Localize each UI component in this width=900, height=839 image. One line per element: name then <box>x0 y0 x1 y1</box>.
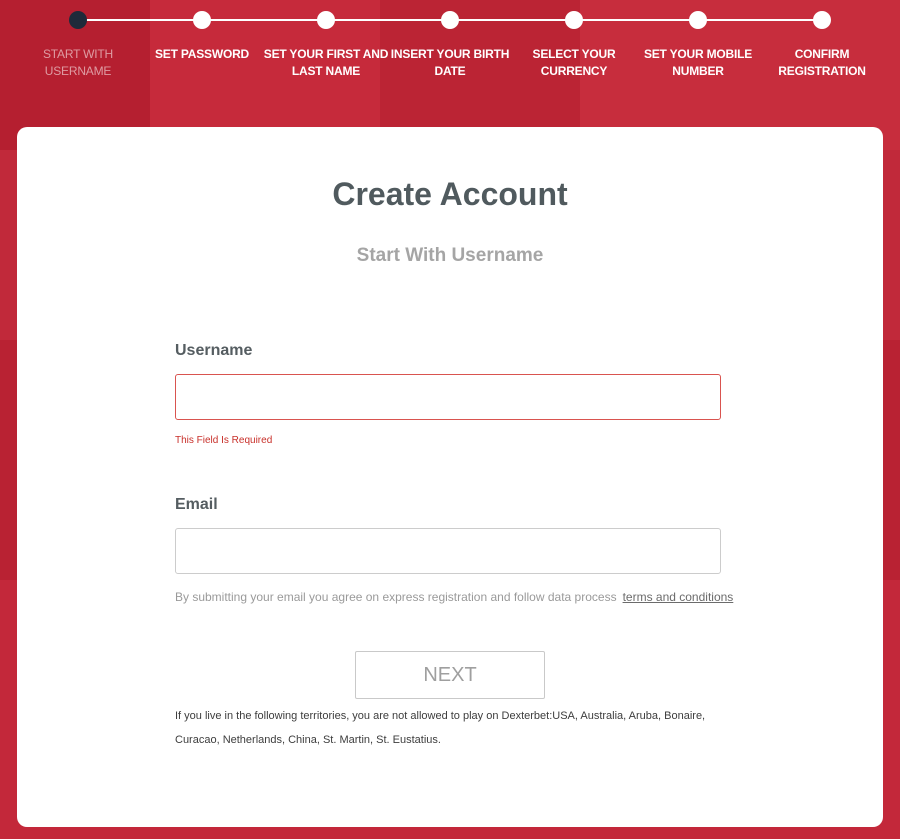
step-set-password[interactable]: Set Password <box>137 0 267 63</box>
step-dot <box>813 11 831 29</box>
step-label: Set Your First And Last Name <box>263 47 389 78</box>
email-input[interactable] <box>175 528 721 574</box>
step-label: Confirm Registration <box>778 47 866 78</box>
step-dot <box>69 11 87 29</box>
step-label: Set Your Mobile Number <box>643 47 753 78</box>
step-birth-date[interactable]: Insert Your Birth Date <box>385 0 515 80</box>
username-label: Username <box>175 342 253 359</box>
step-dot <box>565 11 583 29</box>
step-label: Set Password <box>154 47 250 61</box>
step-dot <box>441 11 459 29</box>
email-consent-text: By submitting your email you agree on ex… <box>175 590 733 604</box>
registration-stepper: Start With Username Set Password Set You… <box>0 0 900 100</box>
page-subtitle: Start With Username <box>356 245 544 266</box>
territory-notice: If you live in the following territories… <box>175 710 706 746</box>
email-label: Email <box>175 496 218 513</box>
step-label: Insert Your Birth Date <box>390 47 510 78</box>
username-error-message: This Field Is Required <box>175 435 273 446</box>
step-label: Select Your Currency <box>532 47 616 78</box>
step-dot <box>193 11 211 29</box>
step-dot <box>689 11 707 29</box>
step-currency[interactable]: Select Your Currency <box>509 0 639 80</box>
terms-link[interactable]: terms and conditions <box>623 590 734 604</box>
step-label: Start With Username <box>42 47 113 78</box>
next-button[interactable]: NEXT <box>355 651 545 699</box>
step-start-with-username[interactable]: Start With Username <box>13 0 143 80</box>
step-mobile-number[interactable]: Set Your Mobile Number <box>633 0 763 80</box>
username-input[interactable] <box>175 374 721 420</box>
step-set-name[interactable]: Set Your First And Last Name <box>261 0 391 80</box>
registration-card: Create Account Start With Username Usern… <box>17 127 883 827</box>
consent-text: By submitting your email you agree on ex… <box>175 590 617 604</box>
page-title: Create Account <box>332 176 568 212</box>
step-dot <box>317 11 335 29</box>
step-confirm-registration[interactable]: Confirm Registration <box>757 0 887 80</box>
